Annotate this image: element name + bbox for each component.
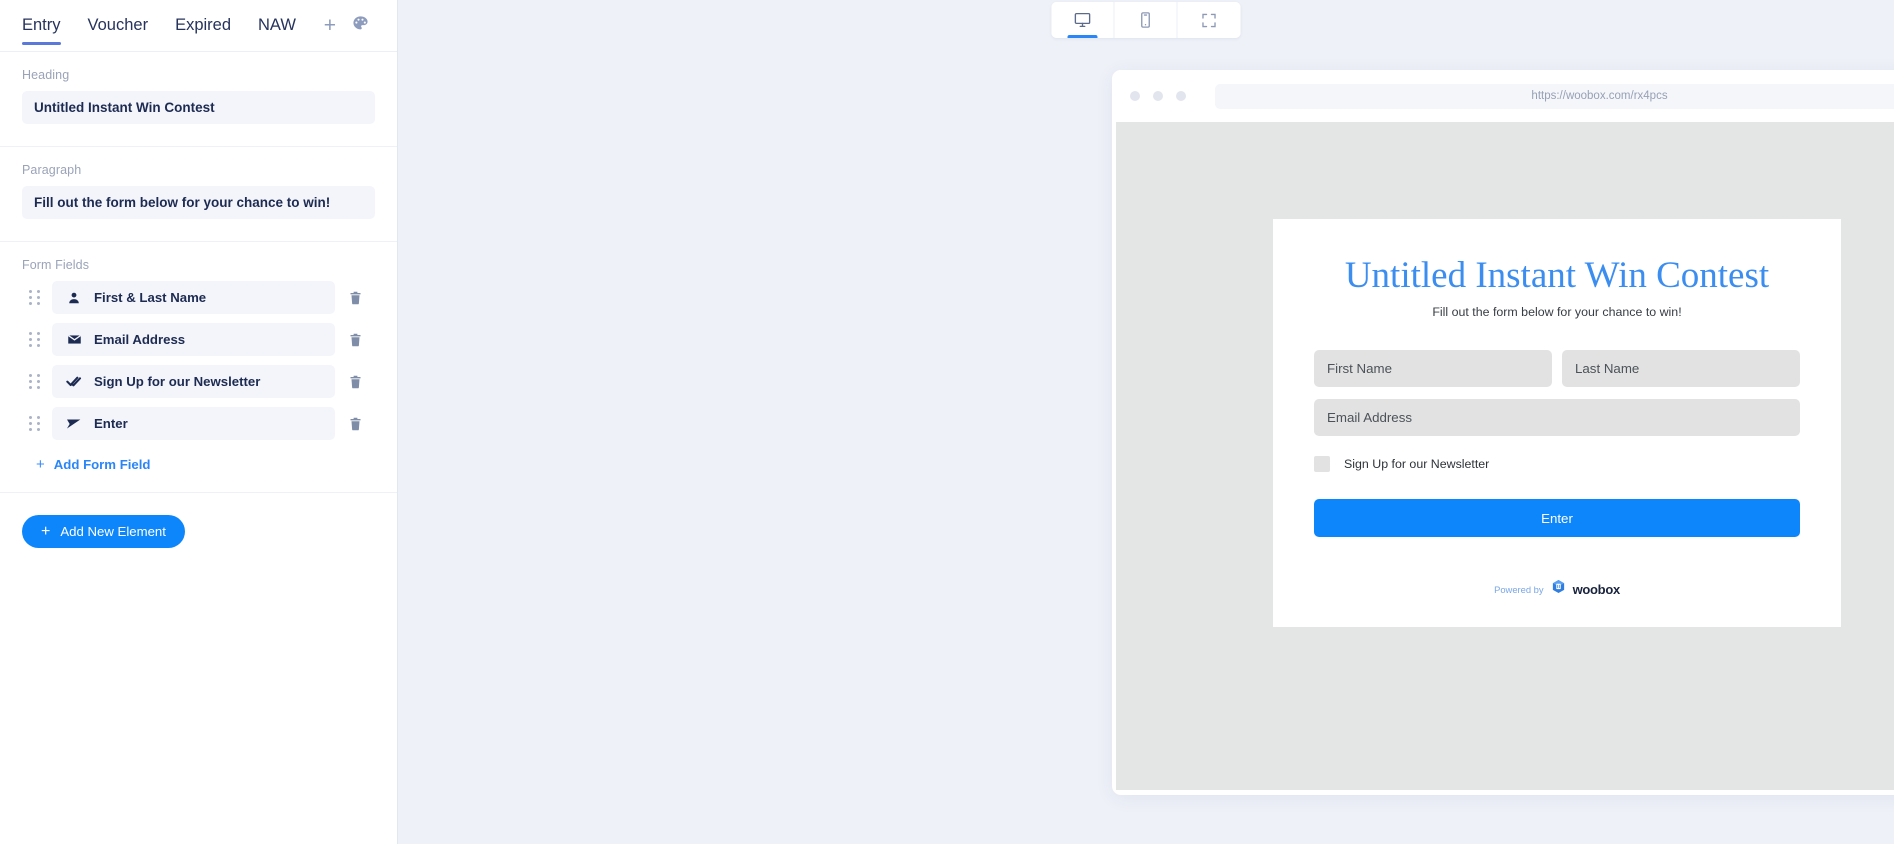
newsletter-checkbox-row: Sign Up for our Newsletter xyxy=(1314,456,1800,472)
url-bar[interactable]: https://woobox.com/rx4pcs xyxy=(1215,84,1894,109)
add-new-element-label: Add New Element xyxy=(60,524,166,539)
editor-sidebar: Entry Voucher Expired NAW + H xyxy=(0,0,398,844)
drag-handle-icon[interactable] xyxy=(22,416,46,431)
double-check-icon xyxy=(66,374,82,390)
contest-form: First Name Last Name Email Address Sign … xyxy=(1314,350,1800,537)
tab-expired-label: Expired xyxy=(175,16,231,35)
add-tab-icon[interactable]: + xyxy=(324,15,336,36)
last-name-input[interactable]: Last Name xyxy=(1562,350,1800,387)
newsletter-checkbox-label: Sign Up for our Newsletter xyxy=(1344,457,1489,471)
add-new-element-button[interactable]: + Add New Element xyxy=(22,515,185,548)
form-field-newsletter[interactable]: Sign Up for our Newsletter xyxy=(52,365,335,398)
form-fields-section: Form Fields First & Last Name xyxy=(0,242,397,493)
window-dot-close xyxy=(1130,91,1140,101)
heading-section: Heading Untitled Instant Win Contest xyxy=(0,52,397,147)
preview-area: https://woobox.com/rx4pcs Untitled Insta… xyxy=(398,0,1894,844)
delete-field-button[interactable] xyxy=(335,416,375,432)
tab-entry[interactable]: Entry xyxy=(22,0,61,52)
browser-chrome-bar: https://woobox.com/rx4pcs xyxy=(1112,70,1894,122)
add-element-wrap: + Add New Element xyxy=(0,493,397,570)
powered-by-label: Powered by xyxy=(1494,584,1544,595)
enter-submit-button[interactable]: Enter xyxy=(1314,499,1800,537)
drag-handle-icon[interactable] xyxy=(22,332,46,347)
name-row: First Name Last Name xyxy=(1314,350,1800,387)
drag-handle-icon[interactable] xyxy=(22,290,46,305)
form-field-row: Sign Up for our Newsletter xyxy=(22,365,375,398)
tab-entry-label: Entry xyxy=(22,16,61,35)
send-icon xyxy=(66,416,82,432)
app-root: Entry Voucher Expired NAW + H xyxy=(0,0,1894,844)
heading-input[interactable]: Untitled Instant Win Contest xyxy=(22,91,375,124)
woobox-brand-label: woobox xyxy=(1573,582,1620,597)
form-field-label: Enter xyxy=(94,416,128,431)
preview-viewport: Untitled Instant Win Contest Fill out th… xyxy=(1116,122,1894,790)
delete-field-button[interactable] xyxy=(335,374,375,390)
drag-handle-icon[interactable] xyxy=(22,374,46,389)
delete-field-button[interactable] xyxy=(335,290,375,306)
device-toggle-desktop[interactable] xyxy=(1052,2,1115,38)
contest-subtitle: Fill out the form below for your chance … xyxy=(1314,305,1800,319)
paragraph-input[interactable]: Fill out the form below for your chance … xyxy=(22,186,375,219)
email-input[interactable]: Email Address xyxy=(1314,399,1800,436)
palette-icon[interactable] xyxy=(352,15,369,37)
window-dot-minimize xyxy=(1153,91,1163,101)
envelope-icon xyxy=(66,332,82,348)
tab-naw-label: NAW xyxy=(258,16,296,35)
window-dot-maximize xyxy=(1176,91,1186,101)
plus-icon: + xyxy=(41,524,50,540)
form-field-enter-button[interactable]: Enter xyxy=(52,407,335,440)
tab-voucher[interactable]: Voucher xyxy=(88,0,149,52)
form-field-row: Enter xyxy=(22,407,375,440)
tabbar-actions: + xyxy=(324,15,375,37)
sidebar-tabbar: Entry Voucher Expired NAW + xyxy=(0,0,397,52)
contest-card: Untitled Instant Win Contest Fill out th… xyxy=(1273,219,1841,627)
form-field-label: Sign Up for our Newsletter xyxy=(94,374,260,389)
form-field-label: First & Last Name xyxy=(94,290,206,305)
first-name-input[interactable]: First Name xyxy=(1314,350,1552,387)
form-field-label: Email Address xyxy=(94,332,185,347)
contest-title: Untitled Instant Win Contest xyxy=(1314,255,1800,296)
delete-field-button[interactable] xyxy=(335,332,375,348)
heading-section-label: Heading xyxy=(22,68,375,82)
device-toggle-fullscreen[interactable] xyxy=(1178,2,1241,38)
tab-voucher-label: Voucher xyxy=(88,16,149,35)
device-toggle-group xyxy=(1052,2,1241,38)
add-form-field-button[interactable]: + Add Form Field xyxy=(22,449,375,482)
add-form-field-label: Add Form Field xyxy=(54,457,151,472)
powered-by-footer: Powered by woobox xyxy=(1314,579,1800,599)
woobox-logo-icon xyxy=(1551,579,1566,599)
form-field-row: First & Last Name xyxy=(22,281,375,314)
form-field-row: Email Address xyxy=(22,323,375,356)
newsletter-checkbox[interactable] xyxy=(1314,456,1330,472)
user-icon xyxy=(66,290,82,306)
form-field-first-last-name[interactable]: First & Last Name xyxy=(52,281,335,314)
tab-naw[interactable]: NAW xyxy=(258,0,296,52)
form-fields-label: Form Fields xyxy=(22,258,375,272)
paragraph-section: Paragraph Fill out the form below for yo… xyxy=(0,147,397,242)
form-field-email-address[interactable]: Email Address xyxy=(52,323,335,356)
device-toggle-mobile[interactable] xyxy=(1115,2,1178,38)
plus-icon: + xyxy=(36,457,45,472)
tab-expired[interactable]: Expired xyxy=(175,0,231,52)
paragraph-section-label: Paragraph xyxy=(22,163,375,177)
browser-preview-frame: https://woobox.com/rx4pcs Untitled Insta… xyxy=(1112,70,1894,795)
